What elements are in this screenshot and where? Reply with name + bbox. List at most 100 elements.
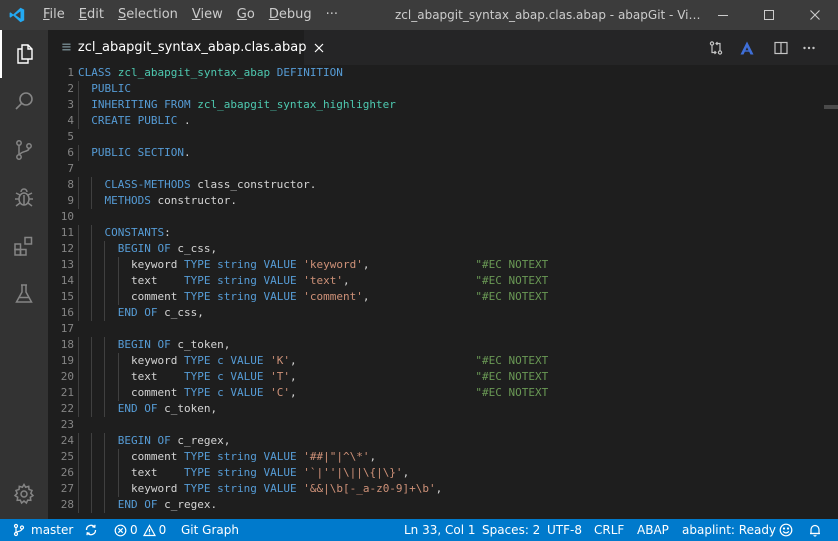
- code-line[interactable]: [78, 321, 548, 337]
- code-line[interactable]: [78, 209, 548, 225]
- tab-label: zcl_abapgit_syntax_abap.clas.abap: [77, 40, 307, 55]
- source-control-button[interactable]: [0, 126, 48, 174]
- line-number: 11: [60, 226, 74, 239]
- code-line[interactable]: INHERITING FROM zcl_abapgit_syntax_highl…: [78, 97, 548, 113]
- minimize-button[interactable]: [700, 0, 746, 30]
- code-line[interactable]: keyword TYPE c VALUE 'K', "#EC NOTEXT: [78, 353, 548, 369]
- tab-active-file[interactable]: ≡ zcl_abapgit_syntax_abap.clas.abap: [48, 30, 323, 65]
- token-p: c_css,: [170, 242, 218, 255]
- indentation-status[interactable]: Spaces: 2: [482, 519, 540, 541]
- token-kw: VALUE: [263, 450, 297, 463]
- code-line[interactable]: BEGIN OF c_css,: [78, 241, 548, 257]
- token-str: '&&|\b[-_a-z0-9]+\b': [303, 482, 436, 495]
- code-line[interactable]: CLASS-METHODS class_constructor.: [78, 177, 548, 193]
- token-p: constructor.: [150, 194, 237, 207]
- branch-status[interactable]: master: [12, 519, 73, 541]
- code-line[interactable]: METHODS constructor.: [78, 193, 548, 209]
- token-p: ,: [289, 386, 476, 399]
- token-kw: BEGIN OF: [117, 338, 171, 351]
- token-str: 'keyword': [303, 258, 363, 271]
- token-kw: END OF: [117, 498, 158, 511]
- token-kw: TYPE: [183, 386, 211, 399]
- code-line[interactable]: keyword TYPE string VALUE '&&|\b[-_a-z0-…: [78, 481, 548, 497]
- language-mode[interactable]: ABAP: [637, 519, 669, 541]
- code-line[interactable]: [78, 417, 548, 433]
- token-kw: string: [217, 466, 257, 479]
- code-line[interactable]: text TYPE string VALUE '`|''|\||\{|\}',: [78, 465, 548, 481]
- code-line[interactable]: CLASS zcl_abapgit_syntax_abap DEFINITION: [78, 65, 548, 81]
- more-actions-icon[interactable]: [796, 30, 822, 65]
- title-bar: File Edit Selection View Go Debug ··· zcl_abap…: [0, 0, 838, 30]
- code-line[interactable]: [78, 161, 548, 177]
- notifications-bell-icon[interactable]: [808, 519, 822, 541]
- code-line[interactable]: END OF c_regex.: [78, 497, 548, 513]
- indent-guide: [117, 257, 119, 273]
- token-kw: c: [217, 386, 224, 399]
- menu-go[interactable]: Go: [230, 0, 262, 30]
- abaplint-status[interactable]: abaplint: Ready: [682, 519, 776, 541]
- encoding-status[interactable]: UTF-8: [547, 519, 582, 541]
- extensions-icon: [12, 234, 36, 258]
- token-p: keyword: [78, 258, 184, 271]
- code-editor[interactable]: 1 2 3 4 5 6 7 8 9 10 11 12 13 14 15 16 17 18 19 20 21 22 23 24 2…: [48, 65, 838, 519]
- token-p: :: [164, 226, 171, 239]
- sync-icon[interactable]: [84, 519, 98, 541]
- code-line[interactable]: PUBLIC: [78, 81, 548, 97]
- menu-file[interactable]: File: [36, 0, 72, 30]
- menu-view[interactable]: View: [185, 0, 230, 30]
- eol-status[interactable]: CRLF: [594, 519, 624, 541]
- code-content[interactable]: CLASS zcl_abapgit_syntax_abap DEFINITION…: [78, 65, 548, 513]
- git-graph-button[interactable]: Git Graph: [181, 519, 239, 541]
- scrollbar-thumb[interactable]: [824, 105, 838, 109]
- maximize-button[interactable]: [746, 0, 792, 30]
- line-number: 7: [67, 162, 74, 175]
- debug-button[interactable]: [0, 174, 48, 222]
- testing-button[interactable]: [0, 270, 48, 318]
- manage-button[interactable]: [0, 470, 48, 518]
- code-line[interactable]: comment TYPE string VALUE '##|"|^\*',: [78, 449, 548, 465]
- menu-debug[interactable]: Debug: [262, 0, 319, 30]
- cursor-position[interactable]: Ln 33, Col 1: [404, 519, 476, 541]
- indent-guide: [104, 305, 106, 321]
- token-kw: string: [217, 450, 257, 463]
- code-line[interactable]: CONSTANTS:: [78, 225, 548, 241]
- explorer-button[interactable]: [0, 30, 48, 78]
- code-line[interactable]: comment TYPE c VALUE 'C', "#EC NOTEXT: [78, 385, 548, 401]
- token-str: 'K': [270, 354, 290, 367]
- code-line[interactable]: keyword TYPE string VALUE 'keyword', "#E…: [78, 257, 548, 273]
- line-number: 13: [60, 258, 74, 271]
- split-editor-icon[interactable]: [768, 30, 794, 65]
- code-line[interactable]: BEGIN OF c_token,: [78, 337, 548, 353]
- menu-more[interactable]: ···: [319, 0, 345, 30]
- code-line[interactable]: text TYPE string VALUE 'text', "#EC NOTE…: [78, 273, 548, 289]
- search-button[interactable]: [0, 78, 48, 126]
- code-line[interactable]: text TYPE c VALUE 'T', "#EC NOTEXT: [78, 369, 548, 385]
- code-line[interactable]: BEGIN OF c_regex,: [78, 433, 548, 449]
- menu-edit[interactable]: Edit: [72, 0, 111, 30]
- file-icon: ≡: [61, 40, 72, 55]
- menu-selection[interactable]: Selection: [111, 0, 185, 30]
- close-window-button[interactable]: [792, 0, 838, 30]
- close-tab-icon[interactable]: [314, 41, 324, 55]
- feedback-smiley-icon[interactable]: [779, 519, 793, 541]
- line-number: 18: [60, 338, 74, 351]
- line-number: 3: [67, 98, 74, 111]
- abaplint-icon[interactable]: [734, 30, 760, 65]
- token-kw: VALUE: [230, 354, 264, 367]
- code-line[interactable]: END OF c_css,: [78, 305, 548, 321]
- extensions-button[interactable]: [0, 222, 48, 270]
- code-line[interactable]: comment TYPE string VALUE 'comment', "#E…: [78, 289, 548, 305]
- token-p: text: [78, 370, 184, 383]
- indent-guide: [91, 433, 93, 449]
- git-compare-icon[interactable]: [703, 30, 729, 65]
- token-str: 'T': [270, 370, 290, 383]
- indent-guide: [91, 225, 93, 241]
- code-line[interactable]: END OF c_token,: [78, 401, 548, 417]
- code-line[interactable]: [78, 129, 548, 145]
- indent-guide: [117, 465, 119, 481]
- code-line[interactable]: PUBLIC SECTION.: [78, 145, 548, 161]
- problems-status[interactable]: 0 0: [114, 519, 166, 541]
- code-line[interactable]: CREATE PUBLIC .: [78, 113, 548, 129]
- token-kw: METHODS: [104, 194, 151, 207]
- indent-guide: [117, 353, 119, 369]
